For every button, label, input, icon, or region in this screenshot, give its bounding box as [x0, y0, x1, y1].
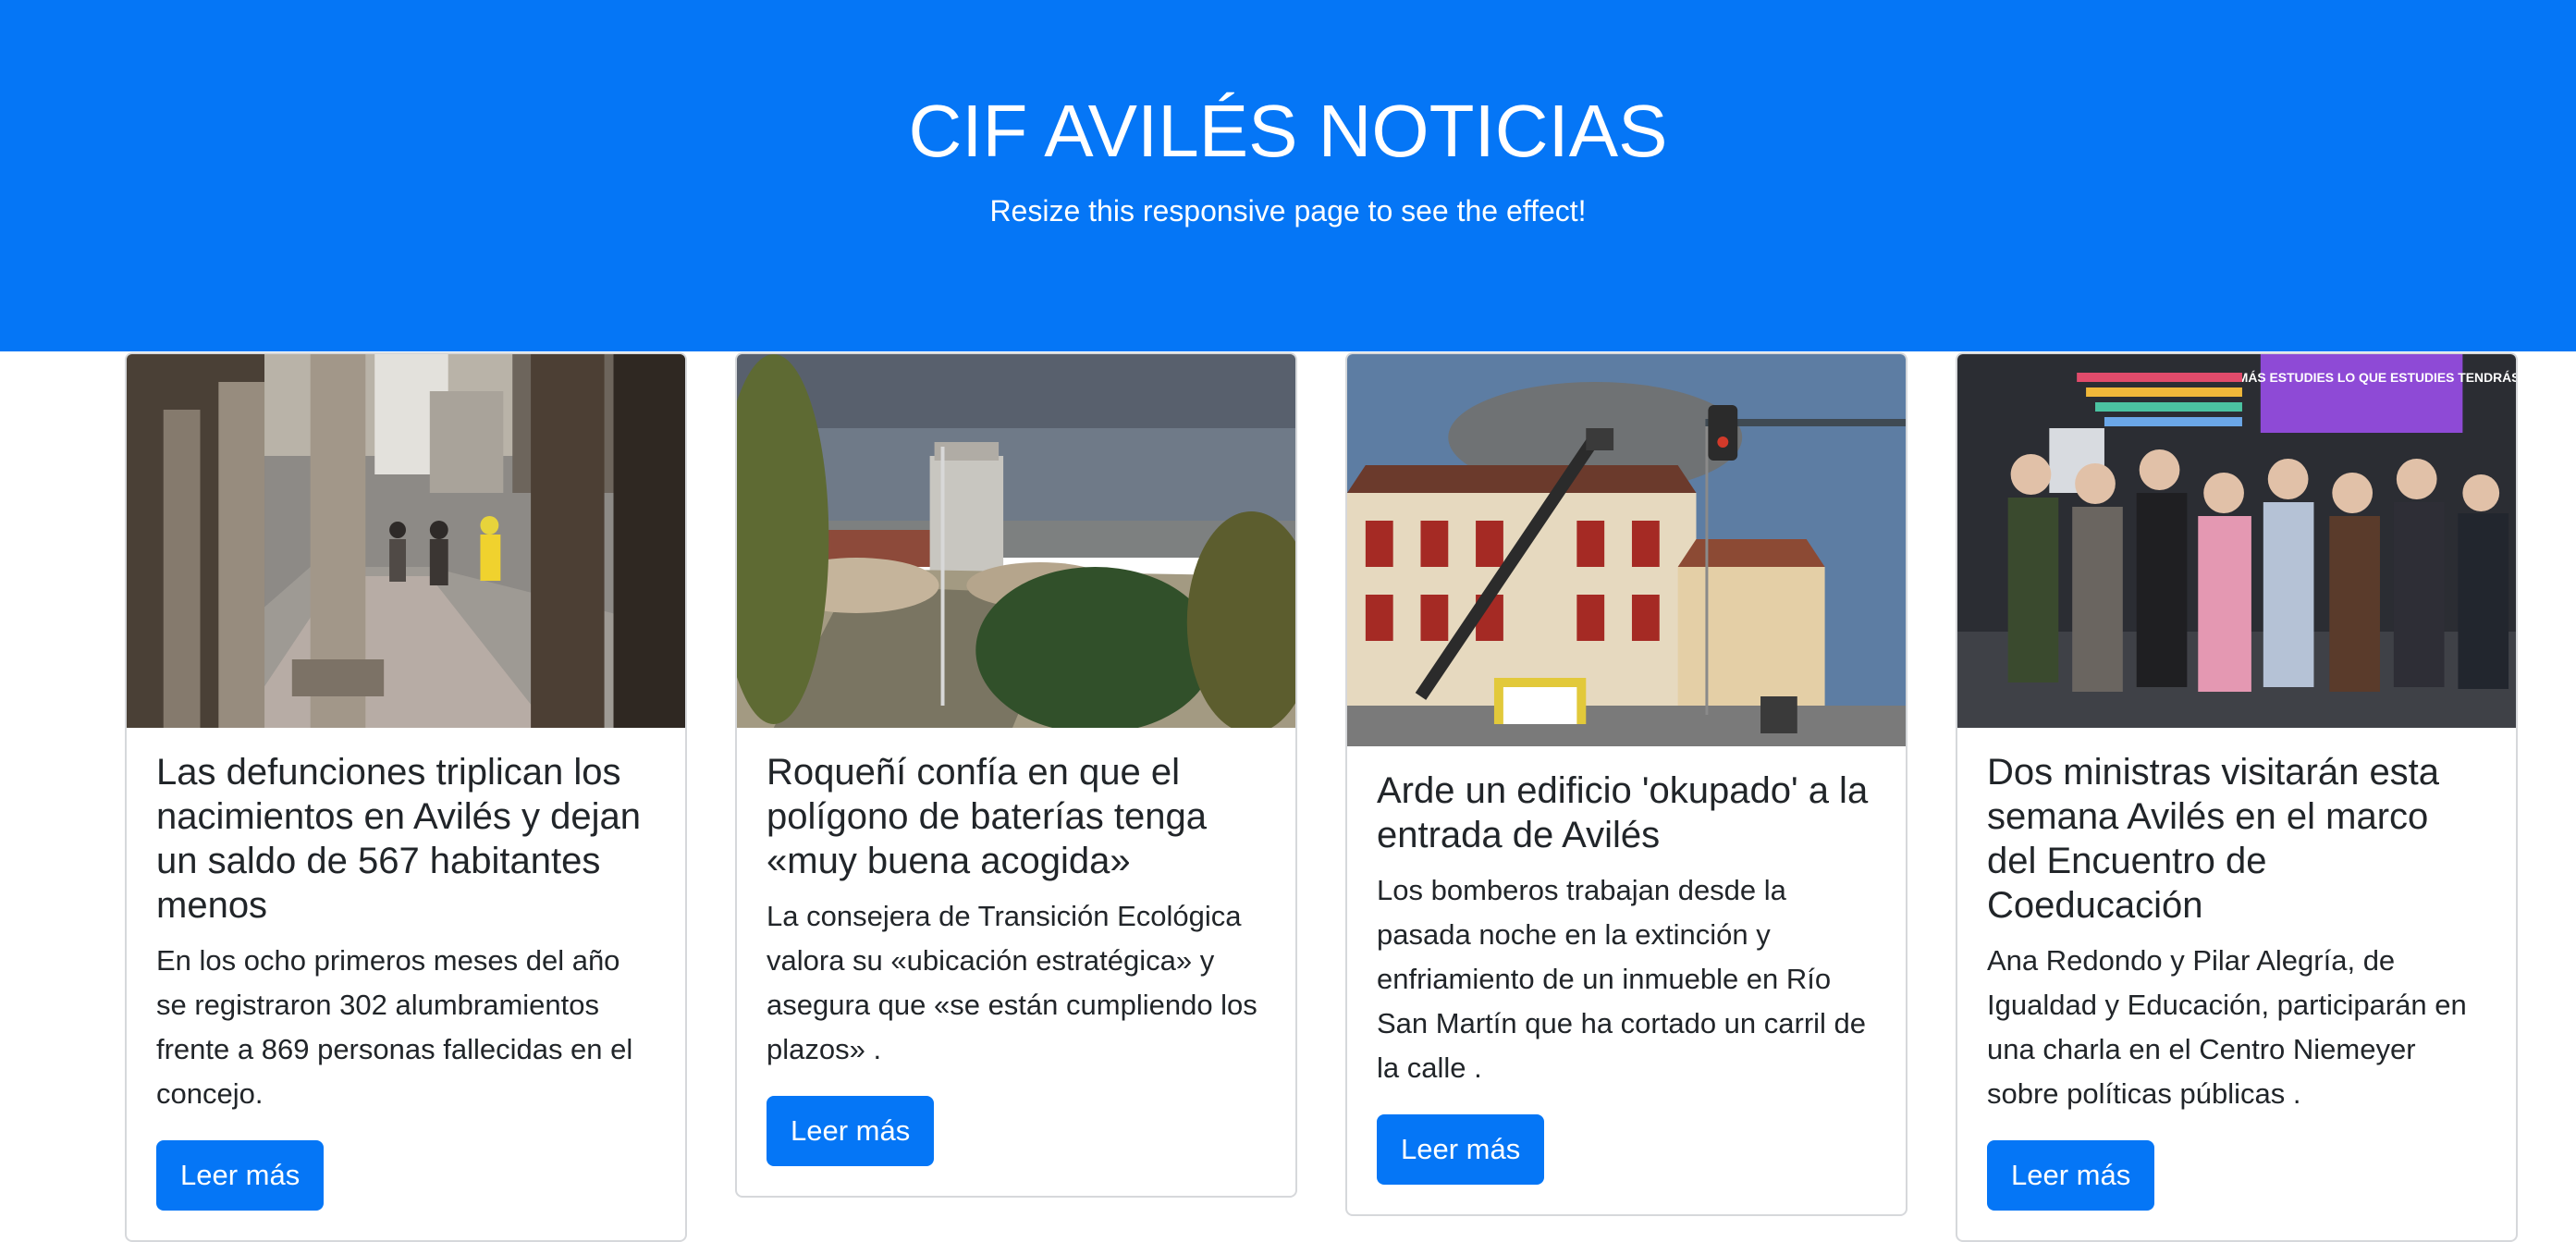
news-summary: Ana Redondo y Pilar Alegría, de Igualdad… [1987, 944, 2467, 1110]
news-title: Dos ministras visitarán esta semana Avil… [1987, 752, 2440, 926]
page-subtitle: Resize this responsive page to see the e… [989, 194, 1587, 227]
page-title: CIF AVILÉS NOTICIAS [908, 90, 1668, 172]
news-card: Las defunciones triplican los nacimiento… [125, 352, 687, 1242]
news-title: Roqueñí confía en que el polígono de bat… [767, 752, 1207, 881]
news-card: Y ADEMÁS ESTUDIES LO QUE ESTUDIES TENDRÁ… [1956, 352, 2518, 1242]
read-more-button[interactable]: Leer más [156, 1140, 325, 1211]
banner-text: Y ADEMÁS ESTUDIES LO QUE ESTUDIES TENDRÁ… [2199, 370, 2516, 385]
news-card: Arde un edificio 'okupado' a la entrada … [1345, 352, 1907, 1216]
news-summary: Los bomberos trabajan desde la pasada no… [1377, 874, 1867, 1084]
news-image [1347, 354, 1906, 746]
news-summary: En los ocho primeros meses del año se re… [156, 944, 633, 1110]
news-image: Y ADEMÁS ESTUDIES LO QUE ESTUDIES TENDRÁ… [1957, 354, 2516, 728]
hero-header: CIF AVILÉS NOTICIAS Resize this responsi… [0, 0, 2576, 351]
news-title: Las defunciones triplican los nacimiento… [156, 752, 642, 926]
read-more-button[interactable]: Leer más [1987, 1140, 2155, 1211]
news-summary: La consejera de Transición Ecológica val… [767, 900, 1257, 1065]
news-image [737, 354, 1295, 728]
news-title: Arde un edificio 'okupado' a la entrada … [1377, 770, 1869, 855]
news-image [127, 354, 685, 728]
read-more-button[interactable]: Leer más [767, 1096, 935, 1166]
read-more-button[interactable]: Leer más [1377, 1114, 1545, 1185]
news-card: Roqueñí confía en que el polígono de bat… [735, 352, 1297, 1198]
